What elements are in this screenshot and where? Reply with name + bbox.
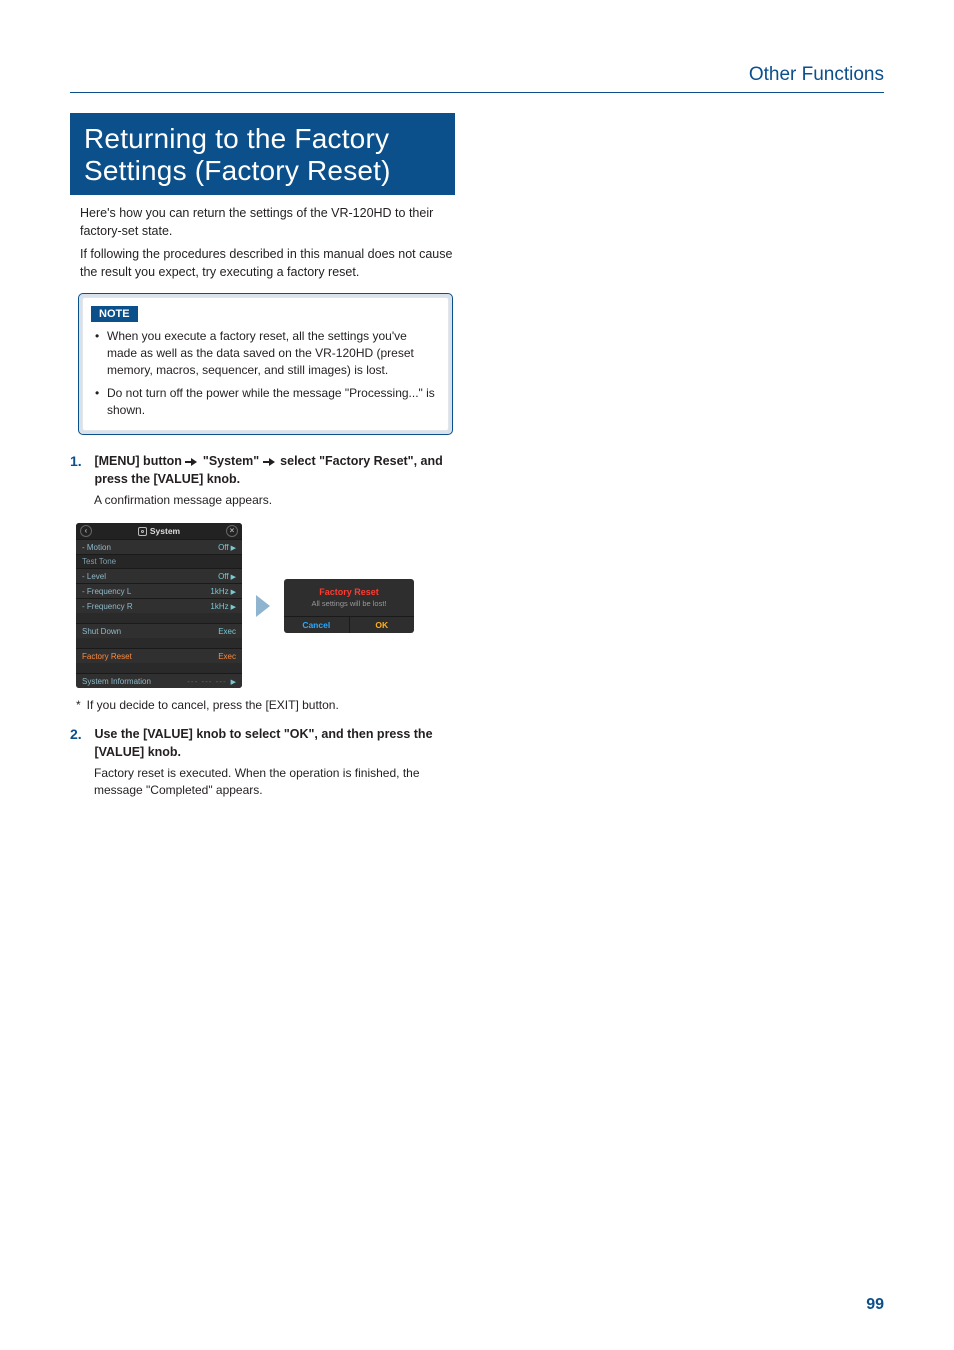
sys-blank — [76, 613, 242, 623]
row-value: 1kHz — [210, 602, 228, 611]
row-label: Factory Reset — [82, 652, 132, 661]
gear-icon — [138, 527, 147, 536]
ok-button: OK — [350, 617, 415, 633]
sys-row-shutdown: Shut Down Exec — [76, 623, 242, 638]
row-value: Off — [218, 543, 229, 552]
step-2: 2. Use the [VALUE] knob to select "OK", … — [70, 726, 465, 799]
intro-block: Here's how you can return the settings o… — [70, 195, 455, 281]
step-body: A confirmation message appears. — [94, 492, 465, 509]
row-label: - Frequency R — [82, 602, 133, 611]
sys-title-bar: ‹ System × — [76, 523, 242, 539]
step-1: 1. [MENU] button "System" select "Factor… — [70, 453, 465, 509]
step-text: "System" — [203, 454, 263, 468]
step-text: [MENU] button — [94, 454, 185, 468]
confirm-message: All settings will be lost! — [284, 599, 414, 608]
sys-blank — [76, 663, 242, 673]
note-box: NOTE When you execute a factory reset, a… — [78, 293, 453, 435]
intro-p2: If following the procedures described in… — [80, 246, 455, 281]
row-label: - Level — [82, 572, 106, 581]
row-label: Test Tone — [82, 557, 116, 566]
sys-blank — [76, 638, 242, 648]
note-label: NOTE — [91, 306, 138, 322]
chevron-right-icon: ▶ — [231, 574, 236, 581]
arrow-icon — [256, 595, 270, 617]
step-heading: [MENU] button "System" select "Factory R… — [94, 453, 454, 488]
arrow-icon — [185, 458, 199, 466]
row-value: Exec — [218, 627, 236, 636]
chevron-right-icon: ▶ — [231, 589, 236, 596]
back-icon: ‹ — [80, 525, 92, 537]
sys-row-freq-l: - Frequency L 1kHz▶ — [76, 583, 242, 598]
sys-row-factory-reset: Factory Reset Exec — [76, 648, 242, 663]
intro-p1: Here's how you can return the settings o… — [80, 205, 455, 240]
asterisk: * — [76, 698, 81, 712]
row-label: System Information — [82, 677, 151, 686]
arrow-icon — [263, 458, 277, 466]
sys-row-motion: - Motion Off▶ — [76, 539, 242, 554]
row-label: Shut Down — [82, 627, 121, 636]
step-number: 2. — [70, 726, 90, 742]
sys-title-text: System — [150, 526, 180, 536]
step-body: Factory reset is executed. When the oper… — [94, 765, 465, 799]
confirm-dialog-screenshot: Factory Reset All settings will be lost!… — [284, 579, 414, 633]
sys-row-testtone-header: Test Tone — [76, 554, 242, 568]
chevron-right-icon: ▶ — [231, 545, 236, 552]
note-bullet: Do not turn off the power while the mess… — [95, 385, 440, 419]
section-title: Returning to the Factory Settings (Facto… — [70, 113, 455, 195]
screenshot-row: ‹ System × - Motion Off▶ Test Tone - Lev… — [76, 523, 884, 688]
system-menu-screenshot: ‹ System × - Motion Off▶ Test Tone - Lev… — [76, 523, 242, 688]
sys-row-freq-r: - Frequency R 1kHz▶ — [76, 598, 242, 613]
sys-row-level: - Level Off▶ — [76, 568, 242, 583]
chevron-right-icon: ▶ — [231, 604, 236, 611]
row-value: Exec — [218, 652, 236, 661]
footnote-text: If you decide to cancel, press the [EXIT… — [87, 698, 339, 712]
chevron-right-icon: ▶ — [229, 679, 236, 686]
row-value: --- --- --- — [187, 677, 226, 686]
close-icon: × — [226, 525, 238, 537]
page-number: 99 — [866, 1296, 884, 1314]
row-label: - Frequency L — [82, 587, 131, 596]
step-heading: Use the [VALUE] knob to select "OK", and… — [94, 726, 454, 761]
sys-row-sysinfo: System Information --- --- --- ▶ — [76, 673, 242, 688]
step-number: 1. — [70, 453, 90, 469]
row-value: 1kHz — [210, 587, 228, 596]
footnote: * If you decide to cancel, press the [EXI… — [76, 698, 884, 712]
running-header: Other Functions — [70, 64, 884, 93]
note-bullet: When you execute a factory reset, all th… — [95, 328, 440, 378]
row-label: - Motion — [82, 543, 111, 552]
row-value: Off — [218, 572, 229, 581]
confirm-title: Factory Reset — [284, 587, 414, 597]
cancel-button: Cancel — [284, 617, 350, 633]
